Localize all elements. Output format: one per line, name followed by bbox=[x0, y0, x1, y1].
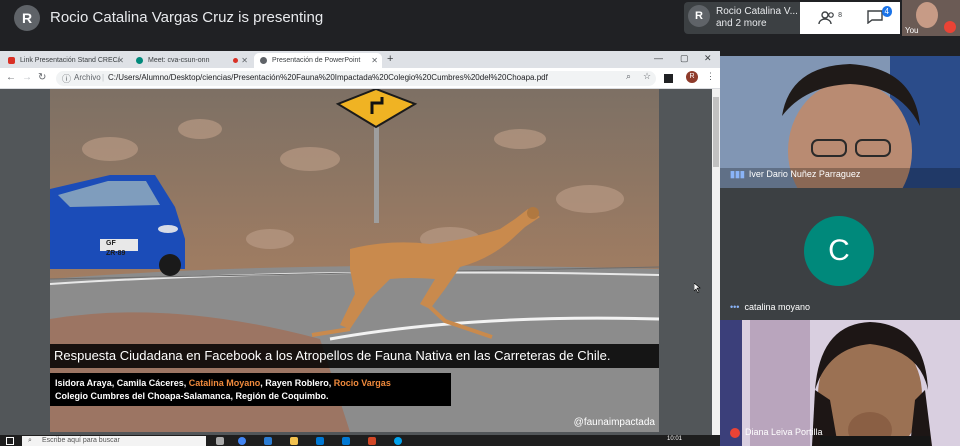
minimize-button[interactable]: — bbox=[654, 53, 663, 63]
windows-start-icon[interactable] bbox=[6, 437, 14, 445]
back-icon[interactable]: ← bbox=[6, 71, 16, 85]
omnibox[interactable]: ⓘ Archivo | C:/Users/Alumno/Desktop/cien… bbox=[56, 71, 656, 86]
reload-icon[interactable]: ↻ bbox=[38, 71, 46, 85]
screen: R Rocio Catalina Vargas Cruz is presenti… bbox=[0, 0, 960, 446]
author-highlight: Catalina Moyano bbox=[188, 378, 261, 388]
forward-icon[interactable]: → bbox=[22, 71, 32, 85]
chat-badge: 4 bbox=[881, 6, 892, 17]
tab-link-presentacion[interactable]: Link Presentación Stand CREC/ ✕ bbox=[2, 53, 128, 68]
tab-bar: Link Presentación Stand CREC/ ✕ Meet: cv… bbox=[0, 51, 720, 68]
presenter-card-text: Rocio Catalina V... and 2 more bbox=[716, 6, 798, 30]
cursor-glyph bbox=[694, 283, 701, 293]
search-placeholder: Escribe aquí para buscar bbox=[42, 437, 120, 444]
meet-top-bar: R Rocio Catalina Vargas Cruz is presenti… bbox=[0, 0, 960, 36]
scrollbar[interactable] bbox=[712, 89, 720, 435]
extension-icon[interactable] bbox=[664, 74, 673, 83]
authors-line1: Isidora Araya, Camila Cáceres, Catalina … bbox=[55, 377, 446, 390]
taskbar-clock: 10:01 bbox=[667, 436, 683, 442]
tab-label: Meet: cva-csun-onn bbox=[148, 57, 210, 64]
participant-tile-diana[interactable]: Diana Leiva Portilla bbox=[720, 320, 960, 446]
site-label: Archivo bbox=[74, 73, 101, 82]
search-icon: ⌕ bbox=[28, 437, 32, 444]
tab-meet[interactable]: Meet: cva-csun-onn ✕ bbox=[130, 53, 252, 68]
presenter-card-avatar: R bbox=[688, 5, 710, 27]
participant-name: Diana Leiva Portilla bbox=[730, 427, 823, 438]
maximize-button[interactable]: ▢ bbox=[680, 53, 689, 64]
powerpoint-icon[interactable] bbox=[368, 437, 376, 445]
author-text: , Rayen Roblero, bbox=[260, 378, 334, 388]
close-tab-icon[interactable]: ✕ bbox=[371, 53, 378, 68]
menu-icon[interactable]: ⋮ bbox=[706, 71, 715, 82]
star-icon[interactable]: ☆ bbox=[643, 71, 651, 82]
slide: GF ZR·89 Respuesta Ciudadana en Facebook… bbox=[50, 89, 659, 432]
meet-icon bbox=[136, 57, 143, 64]
profile-avatar[interactable]: R bbox=[686, 71, 698, 83]
participant-name-text: catalina moyano bbox=[744, 302, 810, 312]
close-tab-icon[interactable]: ✕ bbox=[117, 53, 124, 68]
self-mic-off-icon bbox=[944, 21, 956, 33]
presenter-card[interactable]: R Rocio Catalina V... and 2 more bbox=[684, 2, 800, 34]
presenter-card-line1: Rocio Catalina V... bbox=[716, 6, 798, 17]
new-tab-button[interactable]: + bbox=[387, 53, 393, 66]
skype-icon[interactable] bbox=[394, 437, 402, 445]
close-tab-icon[interactable]: ✕ bbox=[241, 53, 248, 68]
speaking-icon: ▮▮▮ bbox=[730, 169, 745, 179]
slide-title: Respuesta Ciudadana en Facebook a los At… bbox=[50, 344, 659, 368]
authors-line2: Colegio Cumbres del Choapa-Salamanca, Re… bbox=[55, 391, 329, 401]
info-icon[interactable]: ⓘ bbox=[62, 72, 71, 85]
chrome-icon[interactable] bbox=[238, 437, 246, 445]
globe-icon bbox=[260, 57, 267, 64]
tab-presentacion[interactable]: Presentación de PowerPoint ✕ bbox=[254, 53, 382, 68]
participant-tile-catalina[interactable]: C ••• catalina moyano bbox=[720, 188, 960, 320]
self-face bbox=[916, 2, 938, 28]
presenting-banner: Rocio Catalina Vargas Cruz is presenting bbox=[50, 9, 324, 26]
participant-name-text: Diana Leiva Portilla bbox=[745, 427, 823, 438]
mail-icon[interactable] bbox=[342, 437, 350, 445]
tab-label: Presentación de PowerPoint bbox=[272, 57, 361, 64]
url-text[interactable]: C:/Users/Alumno/Desktop/ciencias/Present… bbox=[108, 73, 548, 82]
presenter-avatar: R bbox=[14, 5, 40, 31]
address-bar: ← → ↻ ⓘ Archivo | C:/Users/Alumno/Deskto… bbox=[0, 68, 720, 89]
people-icon[interactable]: 8 bbox=[818, 10, 842, 26]
participant-name: ▮▮▮ Iver Dario Nuñez Parraguez bbox=[730, 169, 860, 180]
edge-icon[interactable] bbox=[264, 437, 272, 445]
file-explorer-icon[interactable] bbox=[290, 437, 298, 445]
recording-dot-icon bbox=[233, 58, 238, 63]
slide-authors: Isidora Araya, Camila Cáceres, Catalina … bbox=[50, 373, 451, 406]
mic-off-icon bbox=[730, 428, 740, 438]
participant-tile-iver[interactable]: ▮▮▮ Iver Dario Nuñez Parraguez bbox=[720, 56, 960, 188]
license-plate: GF ZR·89 bbox=[106, 240, 126, 257]
self-label: You bbox=[905, 26, 919, 35]
presenter-card-line2: and 2 more bbox=[716, 18, 767, 29]
chat-icon[interactable]: 4 bbox=[866, 6, 892, 26]
store-icon[interactable] bbox=[316, 437, 324, 445]
tab-label: Link Presentación Stand CREC/ bbox=[20, 57, 120, 64]
close-window-button[interactable]: ✕ bbox=[704, 53, 712, 64]
participant-avatar: C bbox=[804, 216, 874, 286]
participant-name-text: Iver Dario Nuñez Parraguez bbox=[748, 169, 861, 179]
author-highlight: Rocio Vargas bbox=[333, 378, 391, 388]
taskbar-search[interactable]: ⌕ Escribe aquí para buscar bbox=[22, 436, 206, 446]
watermark: @faunaimpactada bbox=[573, 417, 655, 428]
task-view-icon[interactable] bbox=[216, 437, 224, 445]
zoom-icon[interactable]: ⌕ bbox=[626, 71, 631, 82]
meet-icon-panel: 8 4 bbox=[800, 2, 900, 34]
people-icon-glyph bbox=[818, 11, 834, 25]
people-count: 8 bbox=[838, 12, 842, 19]
participant-name: ••• catalina moyano bbox=[730, 302, 810, 312]
self-video-tile[interactable]: You bbox=[902, 0, 960, 36]
windows-taskbar: ⌕ Escribe aquí para buscar 10:01 bbox=[0, 435, 720, 446]
gmail-icon bbox=[8, 57, 15, 64]
omnibox-separator: | bbox=[102, 73, 105, 82]
scrollbar-thumb[interactable] bbox=[713, 97, 719, 167]
chat-icon-glyph bbox=[867, 10, 883, 25]
audio-indicator-icon: ••• bbox=[730, 302, 740, 312]
author-text: Isidora Araya, Camila Cáceres, bbox=[55, 378, 189, 388]
